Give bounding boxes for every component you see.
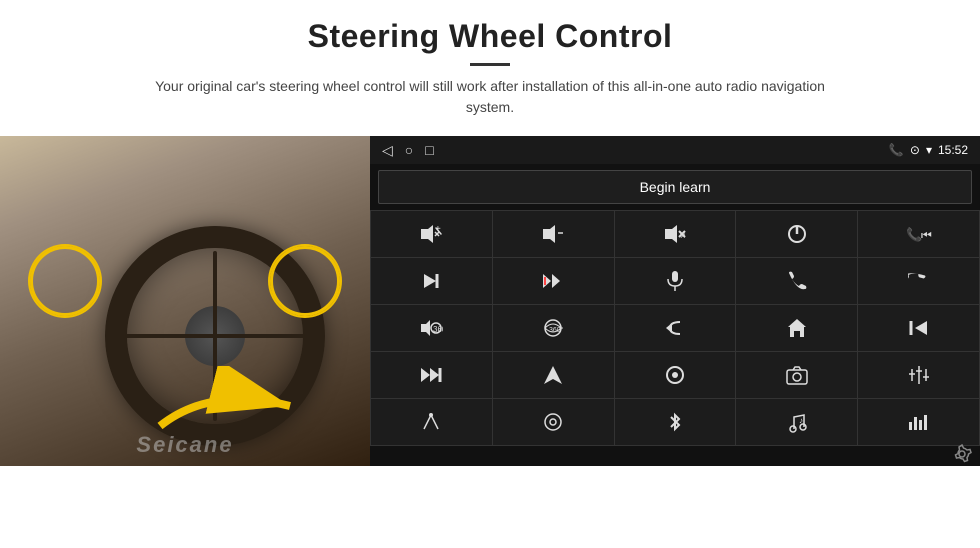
nav-back-btn[interactable]: ◁	[382, 142, 393, 159]
btn-cluster-right	[270, 246, 340, 316]
location-status-icon: ⊙	[910, 143, 920, 157]
ctrl-home[interactable]	[736, 305, 857, 351]
ctrl-power[interactable]	[736, 211, 857, 257]
ctrl-seek-fwd[interactable]	[493, 258, 614, 304]
subtitle-text: Your original car's steering wheel contr…	[140, 76, 840, 118]
begin-learn-row: Begin learn	[370, 164, 980, 210]
status-bar-nav: ◁ ○ □	[382, 142, 434, 159]
ctrl-music[interactable]: ♪	[736, 399, 857, 445]
svg-text:♪: ♪	[799, 416, 803, 425]
steering-wheel-image: Seicane	[0, 136, 370, 466]
gear-icon[interactable]	[952, 444, 972, 469]
status-bar: ◁ ○ □ 📞 ⊙ ▾ 15:52	[370, 136, 980, 164]
phone-status-icon: 📞	[889, 143, 904, 157]
ctrl-camera[interactable]	[736, 352, 857, 398]
ctrl-eq[interactable]	[858, 352, 979, 398]
svg-text:360°: 360°	[549, 326, 564, 334]
title-divider	[470, 63, 510, 66]
nav-home-btn[interactable]: ○	[405, 142, 413, 158]
ctrl-settings-circle[interactable]	[493, 399, 614, 445]
android-interface: ◁ ○ □ 📞 ⊙ ▾ 15:52 Begin learn +	[370, 136, 980, 466]
ctrl-back[interactable]	[615, 305, 736, 351]
ctrl-prev-track[interactable]	[858, 305, 979, 351]
page-title: Steering Wheel Control	[60, 18, 920, 55]
ctrl-phone-prev[interactable]: 📞⏮	[858, 211, 979, 257]
svg-text:+: +	[435, 224, 441, 235]
ctrl-navigate[interactable]	[493, 352, 614, 398]
ctrl-hang-up[interactable]	[858, 258, 979, 304]
content-section: Seicane ◁ ○ □ 📞 ⊙ ▾ 15:52 Begin	[0, 136, 980, 548]
header-section: Steering Wheel Control Your original car…	[0, 0, 980, 128]
nav-recents-btn[interactable]: □	[425, 142, 433, 158]
ctrl-360[interactable]: 360°	[493, 305, 614, 351]
status-time: 15:52	[938, 143, 968, 157]
ctrl-vol-up[interactable]: +	[371, 211, 492, 257]
ctrl-mute[interactable]: ×	[615, 211, 736, 257]
wifi-status-icon: ▾	[926, 143, 932, 157]
ctrl-call[interactable]	[736, 258, 857, 304]
svg-text:360: 360	[433, 325, 443, 334]
ctrl-vol-down[interactable]	[493, 211, 614, 257]
ctrl-skip-next[interactable]	[371, 258, 492, 304]
page-wrapper: Steering Wheel Control Your original car…	[0, 0, 980, 548]
begin-learn-button[interactable]: Begin learn	[378, 170, 972, 204]
svg-text:⏮: ⏮	[921, 228, 932, 242]
ctrl-voice[interactable]	[371, 399, 492, 445]
ctrl-spectrum[interactable]	[858, 399, 979, 445]
seicane-watermark-left: Seicane	[136, 432, 233, 458]
ctrl-source[interactable]	[615, 352, 736, 398]
btn-cluster-left	[30, 246, 100, 316]
ctrl-speaker[interactable]: 360	[371, 305, 492, 351]
controls-grid: + × 📞⏮	[370, 210, 980, 446]
ctrl-fast-fwd[interactable]	[371, 352, 492, 398]
ctrl-mic[interactable]	[615, 258, 736, 304]
bottom-bar	[370, 446, 980, 466]
svg-text:×: ×	[680, 231, 686, 242]
ctrl-bluetooth[interactable]	[615, 399, 736, 445]
status-bar-right: 📞 ⊙ ▾ 15:52	[889, 143, 968, 157]
